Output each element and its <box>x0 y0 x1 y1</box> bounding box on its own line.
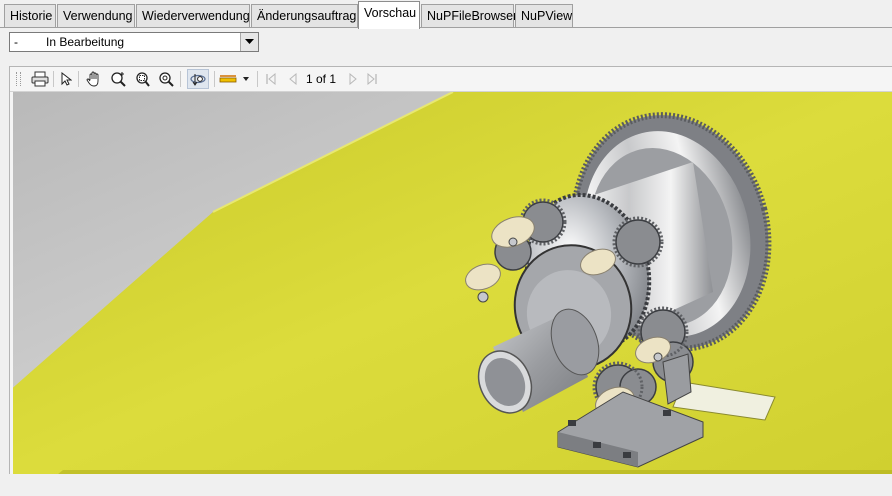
status-value: In Bearbeitung <box>46 35 125 49</box>
status-row: - In Bearbeitung <box>0 28 892 64</box>
first-page-button[interactable] <box>261 69 281 89</box>
orbit-button[interactable] <box>187 69 209 89</box>
zoom-window-icon <box>136 72 150 87</box>
previous-page-button[interactable] <box>283 69 303 89</box>
tab-wiederverwendung[interactable]: Wiederverwendung <box>136 4 250 27</box>
toolbar-grip[interactable] <box>16 72 21 86</box>
zoom-window-button[interactable] <box>132 69 152 89</box>
last-page-button[interactable] <box>362 69 382 89</box>
dropdown-arrow-button[interactable] <box>240 33 258 51</box>
zoom-in-button[interactable] <box>108 69 128 89</box>
select-button[interactable] <box>56 69 76 89</box>
chevron-down-icon <box>245 39 254 44</box>
tab-label: Vorschau <box>364 6 417 20</box>
tab-aenderungsauftrag[interactable]: Änderungsauftrag <box>251 4 358 27</box>
toolbar-separator <box>53 71 54 87</box>
next-page-icon <box>349 73 357 85</box>
model-viewport[interactable] <box>13 92 892 475</box>
tab-label: Änderungsauftrag <box>257 9 357 23</box>
tab-verwendung[interactable]: Verwendung <box>57 4 135 27</box>
measure-icon <box>219 75 249 83</box>
tab-label: Verwendung <box>63 9 133 23</box>
viewer-toolbar: 1 of 1 <box>10 67 892 92</box>
next-page-button[interactable] <box>343 69 363 89</box>
toolbar-separator <box>214 71 215 87</box>
tab-nupview[interactable]: NuPView <box>515 4 573 27</box>
zoom-fit-icon <box>159 72 174 87</box>
tab-label: Wiederverwendung <box>142 9 250 23</box>
tab-nupfilebrowser[interactable]: NuPFileBrowser <box>421 4 518 27</box>
tab-label: Historie <box>10 9 53 23</box>
status-prefix: - <box>14 35 18 49</box>
tab-bar: Historie Verwendung Wiederverwendung Änd… <box>0 0 892 29</box>
first-page-icon <box>266 73 276 85</box>
print-icon <box>31 71 49 87</box>
toolbar-separator <box>257 71 258 87</box>
measure-dropdown[interactable] <box>218 69 252 89</box>
preview-viewer: 1 of 1 <box>9 66 892 490</box>
pan-button[interactable] <box>84 69 104 89</box>
tab-historie[interactable]: Historie <box>4 4 56 27</box>
pan-hand-icon <box>86 71 99 87</box>
last-page-icon <box>367 73 377 85</box>
toolbar-separator <box>180 71 181 87</box>
toolbar-separator <box>78 71 79 87</box>
previous-page-icon <box>289 73 297 85</box>
zoom-fit-button[interactable] <box>156 69 176 89</box>
orbit-icon <box>190 74 206 86</box>
tab-label: NuPFileBrowser <box>427 9 518 23</box>
page-indicator: 1 of 1 <box>306 72 337 86</box>
status-strip <box>0 474 892 496</box>
zoom-in-icon <box>111 72 126 87</box>
status-dropdown[interactable]: - In Bearbeitung <box>9 32 259 52</box>
cad-model-render <box>13 92 892 475</box>
tab-label: NuPView <box>521 9 573 23</box>
print-button[interactable] <box>30 69 50 89</box>
select-arrow-icon <box>61 72 72 86</box>
tab-vorschau[interactable]: Vorschau <box>358 1 420 29</box>
